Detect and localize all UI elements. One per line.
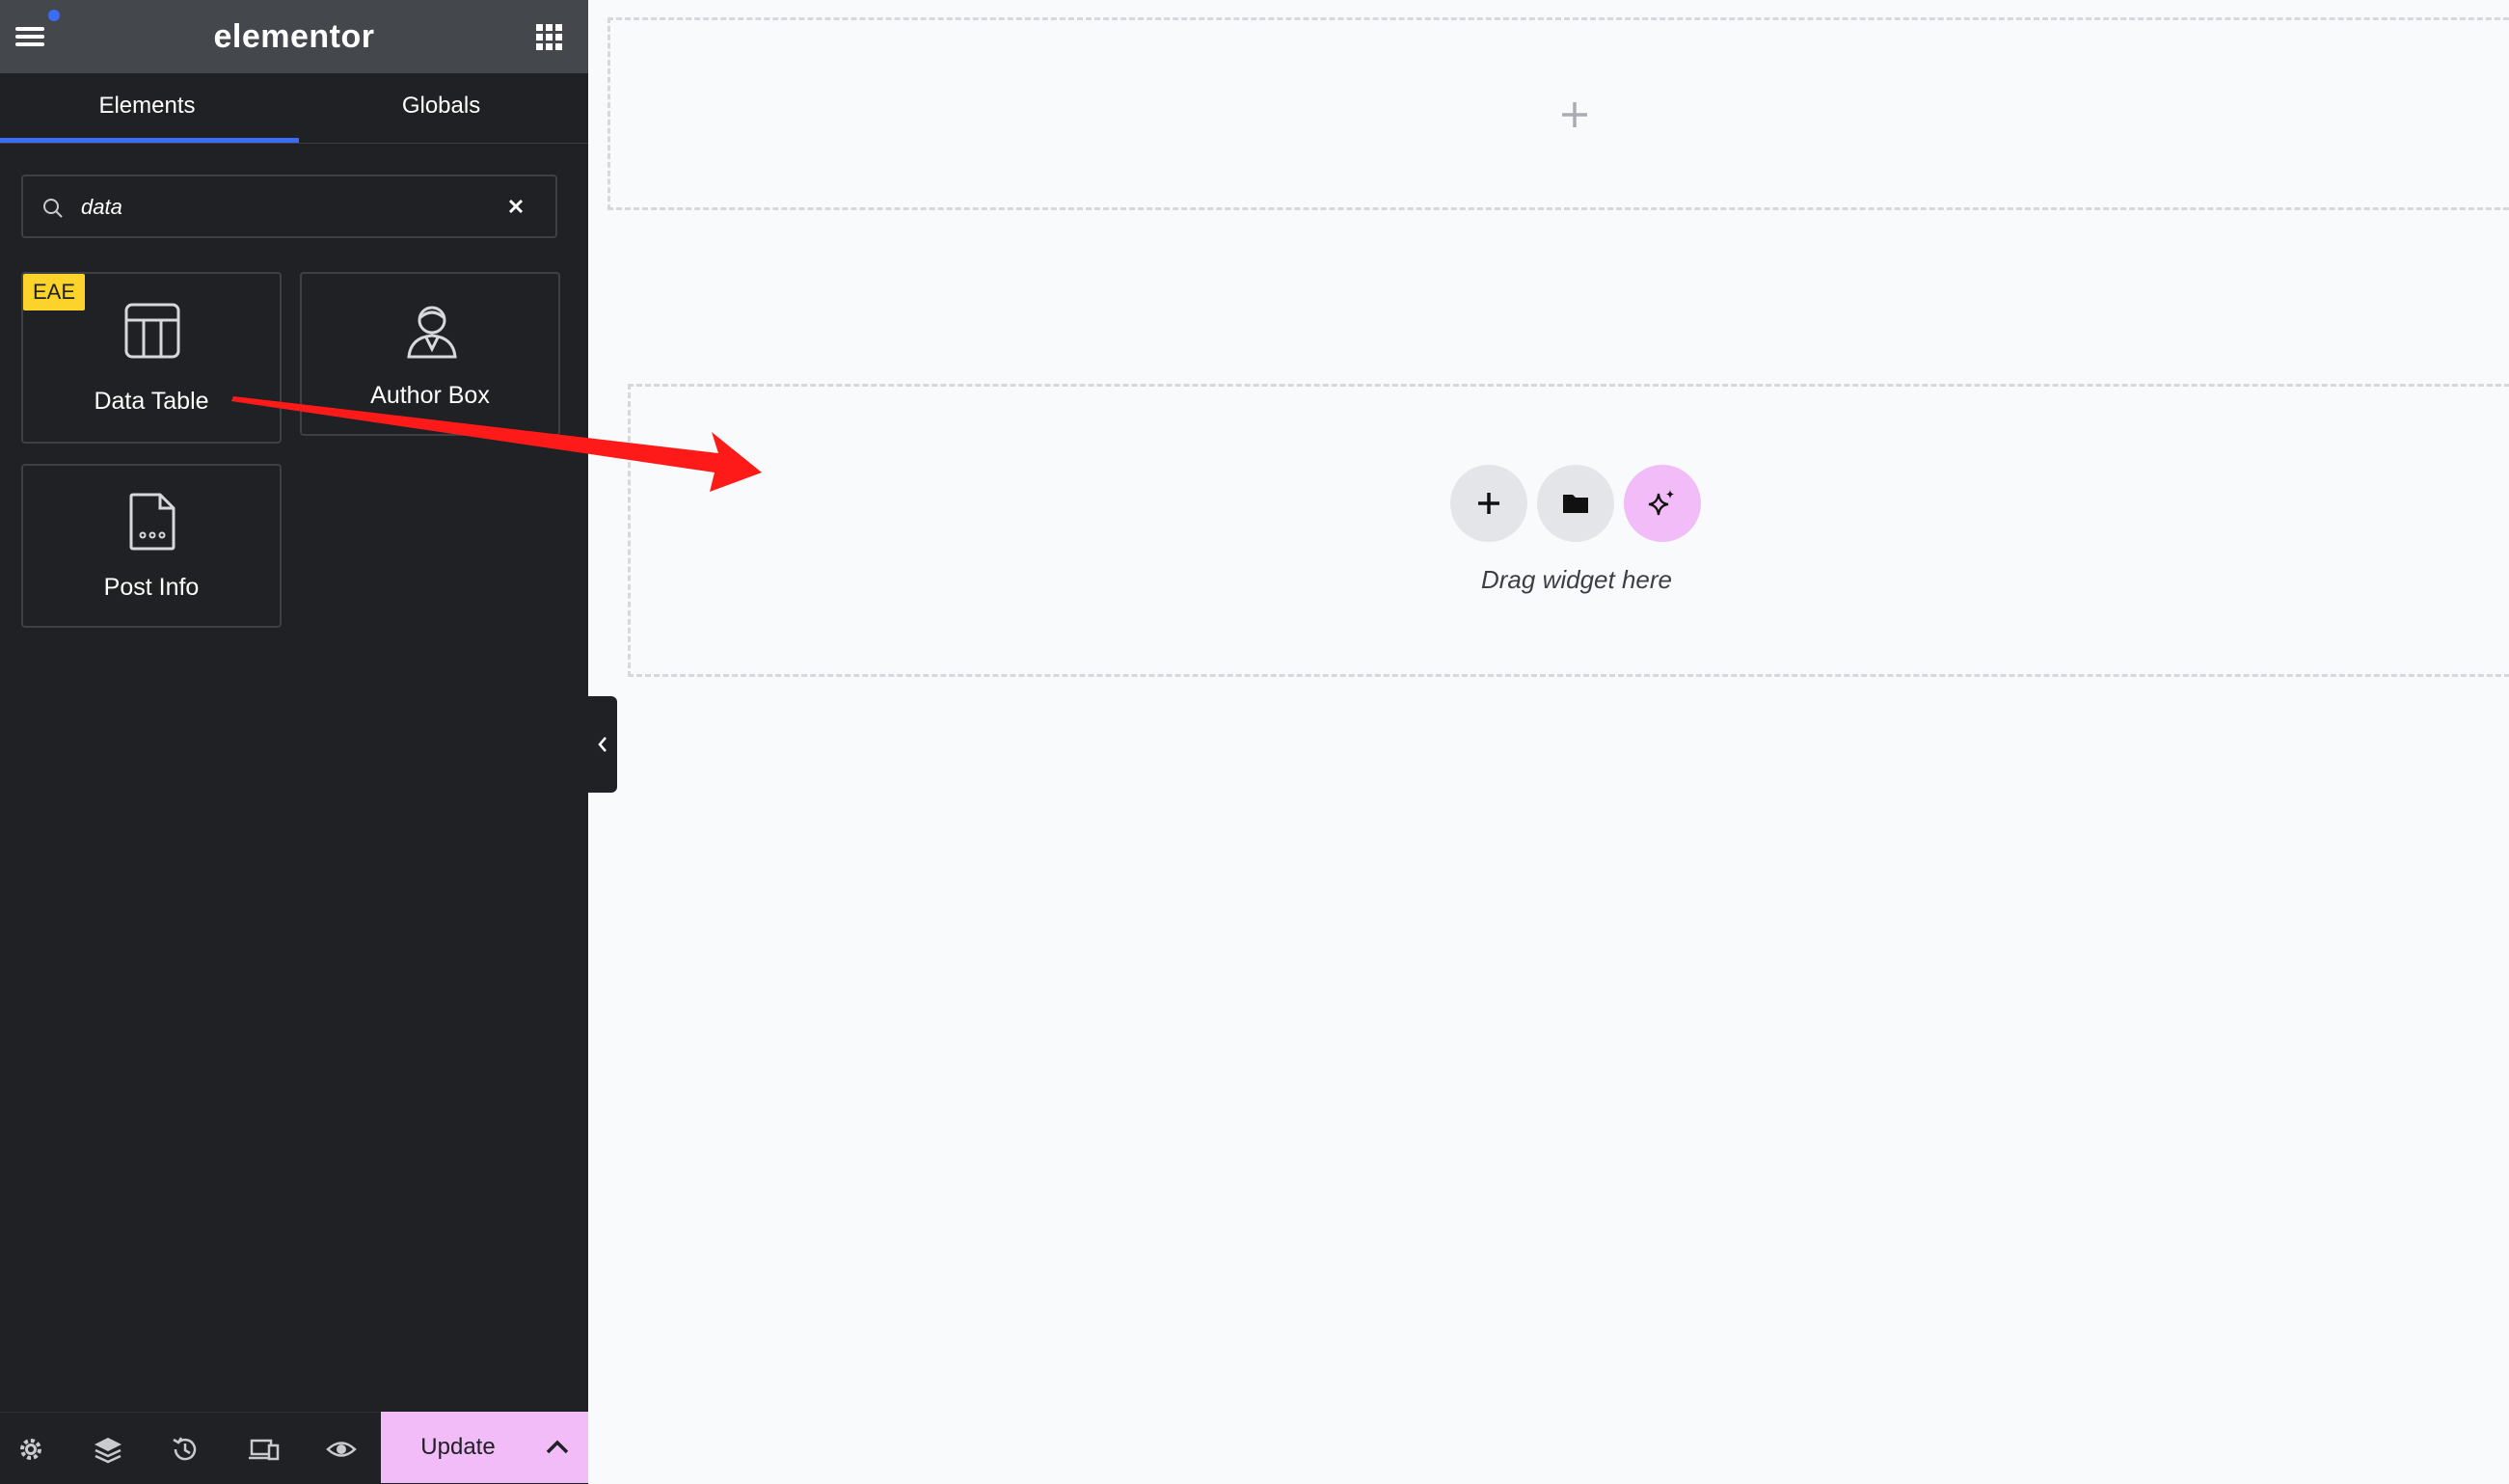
sparkle-icon (1648, 490, 1674, 516)
chevron-up-icon[interactable] (545, 1435, 570, 1460)
update-label: Update (420, 1434, 496, 1460)
empty-section (607, 17, 2509, 210)
widget-label: Author Box (370, 382, 490, 409)
chevron-left-icon (598, 737, 607, 752)
gear-icon[interactable] (15, 1434, 46, 1465)
search-icon (43, 199, 63, 218)
widget-data-table[interactable]: EAE Data Table (21, 272, 282, 444)
widgets-grid-button[interactable] (536, 24, 563, 51)
widget-label: Post Info (103, 574, 200, 601)
elementor-logo: elementor (213, 18, 375, 55)
elementor-panel: elementor Elements Globals EAE Data Ta (0, 0, 588, 1484)
history-icon[interactable] (170, 1434, 201, 1465)
author-icon (407, 306, 457, 359)
widget-post-info[interactable]: Post Info (21, 464, 282, 628)
table-icon (124, 303, 180, 359)
tab-globals[interactable]: Globals (294, 73, 588, 143)
panel-header: elementor (0, 0, 588, 73)
eye-icon[interactable] (326, 1434, 357, 1465)
widget-label: Data Table (94, 388, 209, 415)
ai-generate-button[interactable] (1624, 465, 1701, 542)
panel-tabs: Elements Globals (0, 73, 588, 144)
tab-elements[interactable]: Elements (0, 73, 299, 143)
widget-author-box[interactable]: Author Box (300, 272, 560, 436)
folder-icon (1563, 495, 1588, 513)
add-template-button[interactable] (1537, 465, 1614, 542)
widget-search (21, 175, 557, 238)
layers-icon[interactable] (93, 1434, 123, 1465)
responsive-icon[interactable] (249, 1434, 280, 1465)
search-input[interactable] (79, 186, 488, 229)
post-info-icon (129, 493, 175, 551)
clear-search-icon[interactable] (505, 196, 526, 217)
add-section-button[interactable] (1450, 465, 1527, 542)
plus-icon (1478, 493, 1499, 514)
eae-badge: EAE (23, 274, 86, 310)
drag-widget-hint: Drag widget here (1481, 565, 1672, 594)
update-button[interactable]: Update (381, 1412, 588, 1483)
plus-icon[interactable] (1560, 100, 1589, 129)
collapse-panel-handle[interactable] (588, 696, 617, 793)
